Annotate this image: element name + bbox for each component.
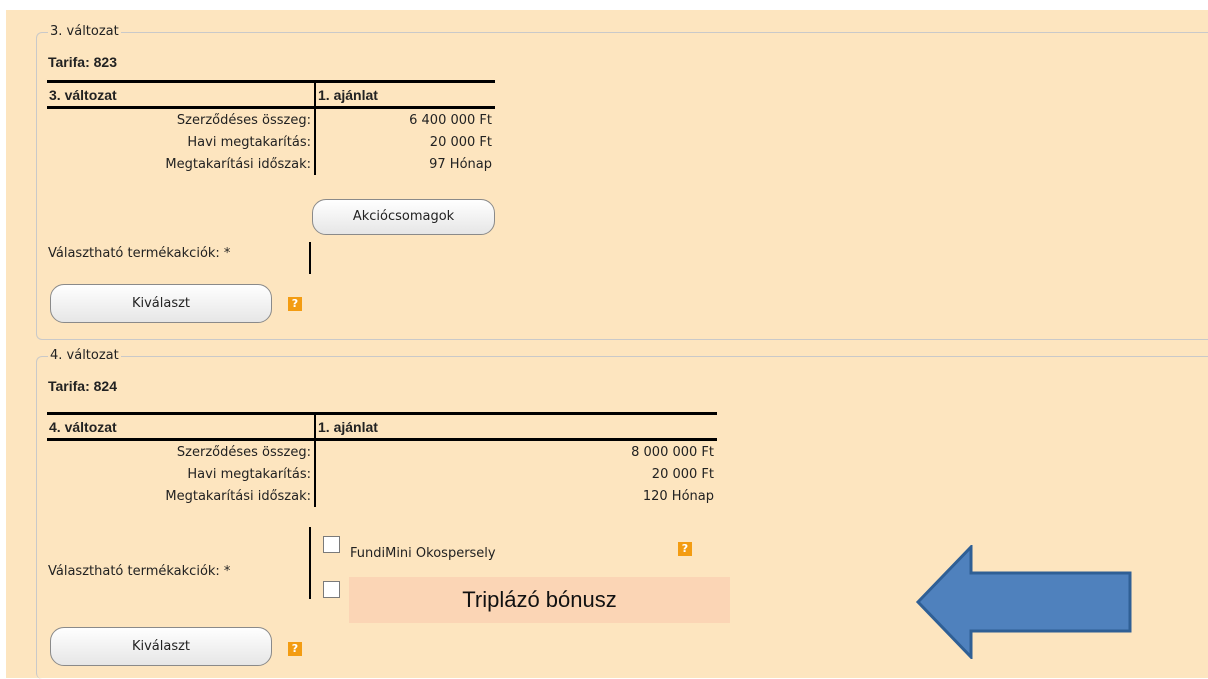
fundimini-checkbox[interactable] xyxy=(323,536,340,553)
second-option-checkbox[interactable] xyxy=(323,581,340,598)
variant-4-tarifa: Tarifa: 824 xyxy=(48,378,117,394)
monthly-saving-value: 20 000 Ft xyxy=(429,134,492,150)
variant-4-select-button[interactable]: Kiválaszt xyxy=(50,627,272,666)
left-arrow-icon xyxy=(915,545,1132,659)
monthly-saving-value: 20 000 Ft xyxy=(651,466,714,482)
help-icon[interactable]: ? xyxy=(288,642,302,656)
variant-3-offer-table: 3. változat 1. ajánlat Szerződéses össze… xyxy=(47,80,495,175)
variant-4-product-actions-label: Választható termékakciók: * xyxy=(48,564,231,579)
variant-3-select-button[interactable]: Kiválaszt xyxy=(50,284,272,323)
fundimini-option-label: FundiMini Okospersely xyxy=(350,546,496,561)
variant-4-col2-header: 1. ajánlat xyxy=(315,412,717,441)
table-row: Megtakarítási időszak: 97 Hónap xyxy=(47,153,495,175)
action-packages-button[interactable]: Akciócsomagok xyxy=(312,199,495,235)
saving-period-label: Megtakarítási időszak: xyxy=(47,153,316,175)
saving-period-label: Megtakarítási időszak: xyxy=(47,485,316,507)
table-row: Szerződéses összeg: 6 400 000 Ft xyxy=(47,107,495,131)
variant-3-product-actions-label: Választható termékakciók: * xyxy=(48,246,231,261)
table-row: Havi megtakarítás: 20 000 Ft xyxy=(47,131,495,153)
saving-period-value: 120 Hónap xyxy=(642,488,714,504)
table-row: Szerződéses összeg: 8 000 000 Ft xyxy=(47,439,717,463)
variant-3-legend: 3. változat xyxy=(48,24,121,39)
variant-4-col1-header: 4. változat xyxy=(47,412,316,441)
monthly-saving-label: Havi megtakarítás: xyxy=(47,131,316,153)
contract-amount-value: 8 000 000 Ft xyxy=(631,444,714,460)
table-row: Havi megtakarítás: 20 000 Ft xyxy=(47,463,717,485)
table-row: Megtakarítási időszak: 120 Hónap xyxy=(47,485,717,507)
contract-amount-value: 6 400 000 Ft xyxy=(409,112,492,128)
variant-3-col1-header: 3. változat xyxy=(47,80,316,109)
variant-3-col2-header: 1. ajánlat xyxy=(315,80,495,109)
variant-3-fieldset: 3. változat Tarifa: 823 3. változat 1. a… xyxy=(36,24,1208,340)
variant-3-tarifa: Tarifa: 823 xyxy=(48,54,117,70)
contract-amount-label: Szerződéses összeg: xyxy=(47,107,316,131)
variant-4-offer-table: 4. változat 1. ajánlat Szerződéses össze… xyxy=(47,412,717,507)
saving-period-value: 97 Hónap xyxy=(429,156,492,172)
left-arrow-shape xyxy=(915,545,1132,659)
variant-4-legend: 4. változat xyxy=(48,348,121,363)
contract-amount-label: Szerződéses összeg: xyxy=(47,439,316,463)
variant-4-divider xyxy=(309,527,311,599)
monthly-saving-label: Havi megtakarítás: xyxy=(47,463,316,485)
help-icon[interactable]: ? xyxy=(678,542,692,556)
help-icon[interactable]: ? xyxy=(288,297,302,311)
triplazo-bonus-annotation: Triplázó bónusz xyxy=(349,577,730,623)
variant-3-divider xyxy=(309,242,311,274)
